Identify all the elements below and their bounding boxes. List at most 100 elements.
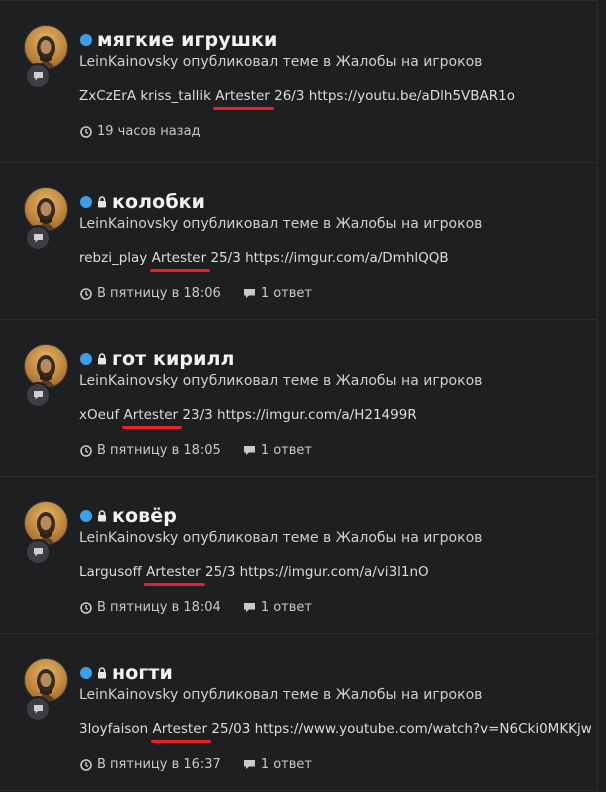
red-underline-mark	[121, 426, 183, 429]
topic-title[interactable]: ковёр	[112, 505, 177, 527]
timestamp[interactable]: В пятницу в 16:37	[97, 757, 221, 772]
avatar-badge	[25, 696, 51, 722]
avatar[interactable]	[24, 25, 68, 69]
red-underline-mark	[149, 269, 211, 272]
red-underline-mark	[144, 583, 205, 586]
time-info: 19 часов назад	[80, 124, 201, 139]
topic-title-row: колобки	[80, 190, 205, 214]
feed-item: ногти LeinKainovsky опубликовал теме в Ж…	[0, 634, 597, 791]
clock-icon	[80, 758, 92, 771]
post-snippet: 3loyfaison Artester 25/03 https://www.yo…	[79, 721, 592, 743]
reply-count: 1 ответ	[260, 286, 312, 301]
snippet-text: 3loyfaison	[79, 721, 153, 737]
replies-info[interactable]: 1 ответ	[243, 286, 312, 301]
chat-bubble-icon	[243, 760, 255, 769]
feed-item: гот кирилл LeinKainovsky опубликовал тем…	[0, 320, 597, 477]
snippet-link-text[interactable]: 23/3 https://imgur.com/a/H21499R	[178, 407, 416, 423]
post-snippet: rebzi_play Artester 25/3 https://imgur.c…	[79, 250, 449, 272]
activity-feed: мягкие игрушки LeinKainovsky опубликовал…	[0, 0, 598, 792]
reply-count: 1 ответ	[260, 600, 312, 615]
snippet-text: ZxCzErA kriss_tallik	[79, 88, 216, 104]
avatar-group[interactable]	[24, 501, 70, 565]
lock-icon	[98, 353, 106, 365]
avatar[interactable]	[24, 344, 68, 388]
post-snippet: Largusoff Artester 25/3 https://imgur.co…	[79, 564, 429, 586]
avatar-group[interactable]	[24, 344, 70, 408]
topic-title-row: мягкие игрушки	[80, 28, 277, 52]
topic-meta: LeinKainovsky опубликовал теме в Жалобы …	[79, 216, 483, 232]
replies-info[interactable]: 1 ответ	[243, 600, 312, 615]
timestamp[interactable]: В пятницу в 18:04	[97, 600, 221, 615]
highlighted-word-text: Artester	[151, 250, 207, 266]
topic-title[interactable]: ногти	[112, 662, 173, 684]
avatar-group[interactable]	[24, 25, 70, 89]
topic-title-row: ногти	[80, 661, 173, 685]
feed-item: мягкие игрушки LeinKainovsky опубликовал…	[0, 1, 597, 163]
highlighted-word: Artester	[144, 564, 205, 586]
time-info: В пятницу в 18:04	[80, 600, 221, 615]
topic-title-row: ковёр	[80, 504, 177, 528]
clock-icon	[80, 444, 92, 457]
time-info: В пятницу в 18:05	[80, 443, 221, 458]
chat-bubble-icon	[33, 705, 43, 714]
topic-footer: В пятницу в 18:04 1 ответ	[80, 600, 334, 615]
topic-title[interactable]: колобки	[112, 191, 205, 213]
replies-info[interactable]: 1 ответ	[243, 443, 312, 458]
snippet-link-text[interactable]: 25/3 https://imgur.com/a/vi3l1nO	[201, 564, 429, 580]
unread-dot-icon	[80, 667, 92, 679]
avatar-group[interactable]	[24, 187, 70, 251]
clock-icon	[80, 287, 92, 300]
topic-meta: LeinKainovsky опубликовал теме в Жалобы …	[79, 530, 483, 546]
red-underline-mark	[150, 740, 212, 743]
topic-meta: LeinKainovsky опубликовал теме в Жалобы …	[79, 54, 483, 70]
timestamp[interactable]: В пятницу в 18:06	[97, 286, 221, 301]
topic-meta: LeinKainovsky опубликовал теме в Жалобы …	[79, 373, 483, 389]
snippet-text: xOeuf	[79, 407, 124, 423]
topic-meta: LeinKainovsky опубликовал теме в Жалобы …	[79, 687, 483, 703]
highlighted-word: Artester	[150, 721, 212, 743]
avatar-badge	[25, 225, 51, 251]
avatar-group[interactable]	[24, 658, 70, 722]
post-snippet: ZxCzErA kriss_tallik Artester 26/3 https…	[79, 88, 515, 110]
timestamp[interactable]: 19 часов назад	[97, 124, 201, 139]
chat-bubble-icon	[243, 446, 255, 455]
avatar-badge	[25, 63, 51, 89]
chat-bubble-icon	[243, 603, 255, 612]
topic-footer: 19 часов назад	[80, 124, 223, 139]
reply-count: 1 ответ	[260, 757, 312, 772]
chat-bubble-icon	[33, 234, 43, 243]
snippet-link-text[interactable]: 25/03 https://www.youtube.com/watch?v=N6…	[207, 721, 591, 737]
topic-title[interactable]: гот кирилл	[112, 348, 235, 370]
unread-dot-icon	[80, 34, 92, 46]
topic-footer: В пятницу в 18:06 1 ответ	[80, 286, 334, 301]
highlighted-word: Artester	[121, 407, 183, 429]
timestamp[interactable]: В пятницу в 18:05	[97, 443, 221, 458]
topic-title[interactable]: мягкие игрушки	[97, 29, 277, 51]
replies-info[interactable]: 1 ответ	[243, 757, 312, 772]
clock-icon	[80, 125, 92, 138]
snippet-text: rebzi_play	[79, 250, 152, 266]
topic-title-row: гот кирилл	[80, 347, 235, 371]
time-info: В пятницу в 18:06	[80, 286, 221, 301]
snippet-link-text[interactable]: 25/3 https://imgur.com/a/DmhlQQB	[206, 250, 448, 266]
snippet-text: Largusoff	[79, 564, 147, 580]
avatar[interactable]	[24, 501, 68, 545]
chat-bubble-icon	[33, 72, 43, 81]
reply-count: 1 ответ	[260, 443, 312, 458]
highlighted-word-text: Artester	[146, 564, 201, 580]
feed-item: колобки LeinKainovsky опубликовал теме в…	[0, 163, 597, 320]
chat-bubble-icon	[33, 391, 43, 400]
lock-icon	[98, 196, 106, 208]
snippet-link-text[interactable]: 26/3 https://youtu.be/aDlh5VBAR1o	[270, 88, 515, 104]
clock-icon	[80, 601, 92, 614]
avatar[interactable]	[24, 187, 68, 231]
time-info: В пятницу в 16:37	[80, 757, 221, 772]
avatar-portrait-icon	[37, 198, 55, 230]
avatar[interactable]	[24, 658, 68, 702]
topic-footer: В пятницу в 16:37 1 ответ	[80, 757, 334, 772]
feed-item: ковёр LeinKainovsky опубликовал теме в Ж…	[0, 477, 597, 634]
avatar-portrait-icon	[37, 669, 55, 701]
avatar-portrait-icon	[37, 355, 55, 387]
highlighted-word-text: Artester	[123, 407, 179, 423]
unread-dot-icon	[80, 353, 92, 365]
